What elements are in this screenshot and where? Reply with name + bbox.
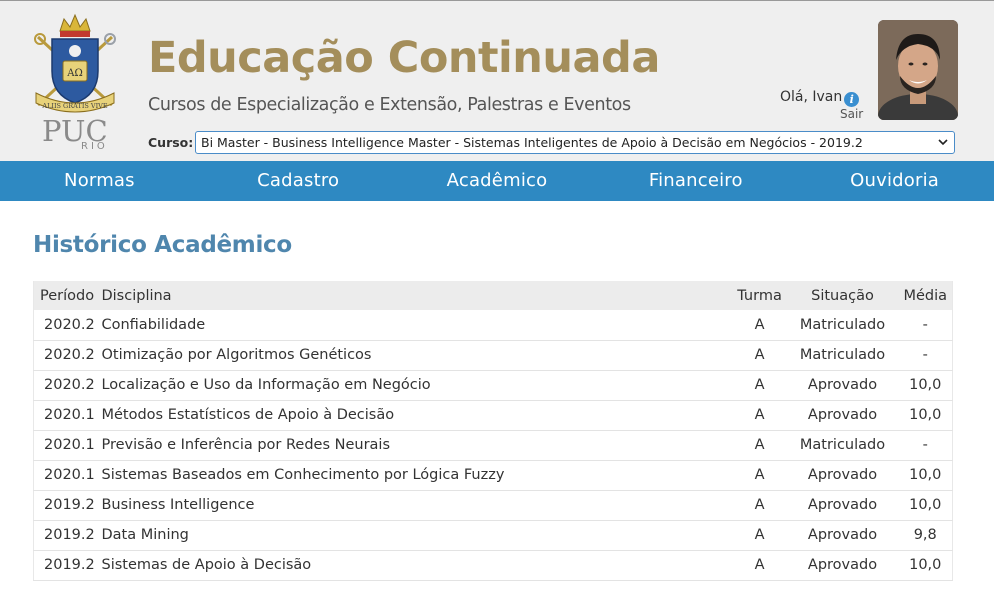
cell-status: Aprovado [807, 377, 878, 393]
cell-discipline: Sistemas Baseados em Conhecimento por Ló… [101, 467, 505, 483]
cell-period: 2019.2 [44, 557, 95, 573]
cell-discipline: Business Intelligence [101, 497, 255, 513]
cell-class: A [754, 347, 765, 363]
cell-period: 2020.2 [44, 377, 95, 393]
course-select-value: Bi Master - Business Intelligence Master… [201, 135, 863, 150]
cell-discipline: Otimização por Algoritmos Genéticos [101, 347, 372, 363]
cell-status: Matriculado [799, 316, 886, 333]
table-row: 2019.2 Data Mining A Aprovado 9,8 [33, 520, 953, 550]
site-header: AΩ ALIIS GRATIS VIVE PUC RIO Educação Co… [0, 0, 994, 161]
svg-text:AΩ: AΩ [66, 68, 83, 79]
course-label: Curso: [148, 135, 194, 150]
cell-class: A [754, 316, 765, 333]
cell-grade: 9,8 [913, 527, 937, 543]
table-row: 2020.2 Otimização por Algoritmos Genético… [33, 340, 953, 370]
cell-class: A [754, 377, 765, 393]
nav-item-cadastro[interactable]: Cadastro [199, 161, 398, 201]
cell-period: 2019.2 [44, 527, 95, 543]
cell-class: A [754, 467, 765, 483]
cell-discipline: Sistemas de Apoio à Decisão [101, 557, 312, 573]
cell-class: A [754, 437, 765, 453]
cell-discipline: Data Mining [101, 527, 189, 543]
cell-period: 2020.2 [44, 347, 95, 363]
cell-grade: 10,0 [909, 497, 942, 513]
column-header-period: Período [40, 287, 95, 304]
coat-of-arms-icon: AΩ ALIIS GRATIS VIVE [34, 13, 116, 113]
cell-grade: 10,0 [909, 467, 942, 483]
column-header-discipline: Disciplina [101, 287, 172, 304]
column-header-grade: Média [903, 287, 948, 304]
cell-discipline: Previsão e Inferência por Redes Neurais [101, 437, 391, 453]
nav-item-normas[interactable]: Normas [0, 161, 199, 201]
table-row: 2020.1 Previsão e Inferência por Redes Ne… [33, 430, 953, 460]
site-title: Educação Continuada [148, 33, 660, 83]
nav-item-financeiro[interactable]: Financeiro [596, 161, 795, 201]
nav-item-ouvidoria[interactable]: Ouvidoria [795, 161, 994, 201]
cell-period: 2019.2 [44, 497, 95, 513]
cell-discipline: Confiabilidade [101, 316, 206, 333]
cell-class: A [754, 557, 765, 573]
cell-discipline: Métodos Estatísticos de Apoio à Decisão [101, 407, 395, 423]
user-greeting: Olá, Ivan i [780, 89, 860, 107]
cell-grade: - [922, 316, 928, 333]
column-header-status: Situação [811, 287, 874, 304]
cell-status: Aprovado [807, 527, 878, 543]
nav-item-academico[interactable]: Acadêmico [398, 161, 597, 201]
academic-history-table: Período Disciplina Turma Situação Média … [33, 281, 953, 581]
column-header-class: Turma [737, 287, 782, 304]
cell-period: 2020.1 [44, 437, 95, 453]
cell-period: 2020.2 [44, 316, 95, 333]
course-select[interactable]: Bi Master - Business Intelligence Master… [195, 131, 955, 154]
table-row: 2019.2 Business Intelligence A Aprovado 10,0 [33, 490, 953, 520]
cell-grade: - [922, 347, 928, 363]
cell-grade: 10,0 [909, 407, 942, 423]
page-title: Histórico Acadêmico [33, 232, 292, 258]
table-row: 2020.1 Métodos Estatísticos de Apoio à De… [33, 400, 953, 430]
avatar [878, 20, 958, 120]
main-nav: Normas Cadastro Acadêmico Financeiro Ouv… [0, 161, 994, 201]
table-row: 2019.2 Sistemas de Apoio à Decisão A Aprova… [33, 550, 953, 580]
table-row: 2020.2 Localização e Uso da Informação em… [33, 370, 953, 400]
cell-status: Aprovado [807, 467, 878, 483]
logout-link[interactable]: Sair [840, 107, 863, 121]
logo-rio-text: RIO [81, 141, 108, 152]
table-row: 2020.1 Sistemas Baseados em Conhecimento … [33, 460, 953, 490]
cell-period: 2020.1 [44, 467, 95, 483]
cell-grade: 10,0 [909, 377, 942, 393]
site-subtitle: Cursos de Especialização e Extensão, Pal… [148, 95, 631, 115]
table-header-row: Período Disciplina Turma Situação Média [33, 281, 953, 310]
greeting-text: Olá, Ivan [780, 89, 843, 105]
user-photo-icon [878, 20, 958, 120]
cell-status: Matriculado [799, 347, 886, 363]
cell-grade: 10,0 [909, 557, 942, 573]
chevron-down-icon [938, 139, 948, 146]
table-row: 2020.2 Confiabilidade A Matriculado - [33, 310, 953, 340]
cell-status: Matriculado [799, 437, 886, 453]
cell-class: A [754, 407, 765, 423]
info-icon[interactable]: i [844, 92, 860, 107]
cell-status: Aprovado [807, 497, 878, 513]
cell-discipline: Localização e Uso da Informação em Negóc… [101, 377, 431, 393]
cell-status: Aprovado [807, 557, 878, 573]
cell-class: A [754, 527, 765, 543]
cell-grade: - [922, 437, 928, 453]
cell-class: A [754, 497, 765, 513]
cell-period: 2020.1 [44, 407, 95, 423]
svg-text:ALIIS GRATIS VIVE: ALIIS GRATIS VIVE [41, 102, 107, 110]
cell-status: Aprovado [807, 407, 878, 423]
